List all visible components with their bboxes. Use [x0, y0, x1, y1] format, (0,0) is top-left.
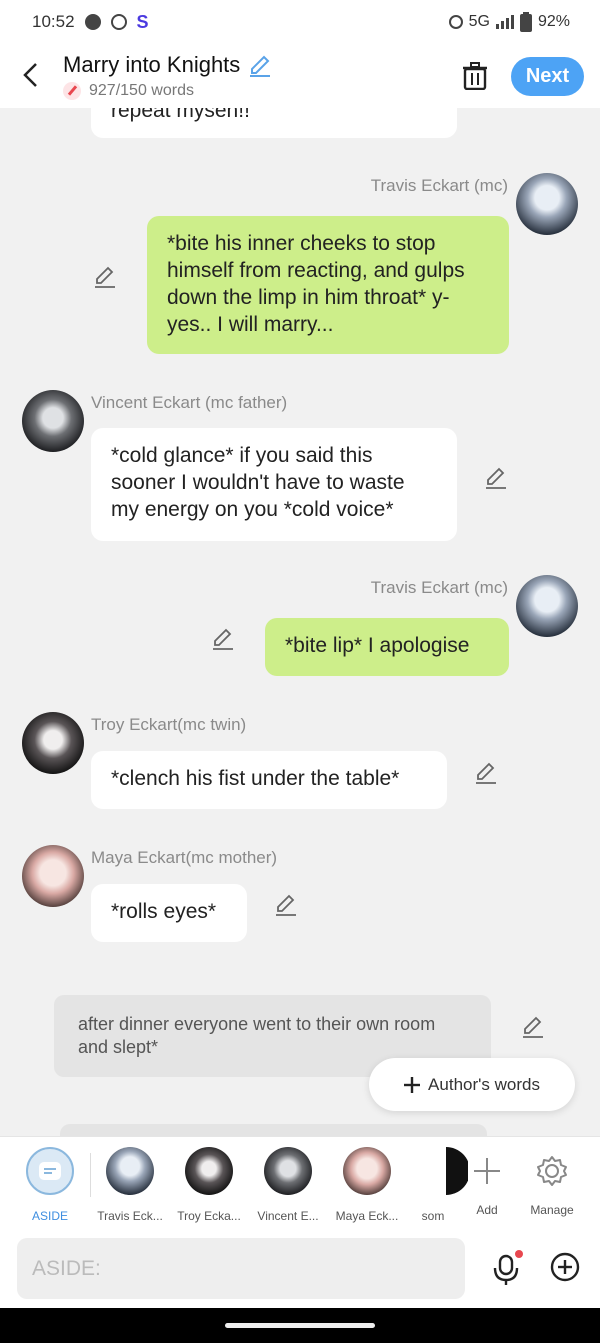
microphone-icon[interactable]	[491, 1250, 523, 1286]
avatar	[106, 1147, 154, 1195]
edit-message-icon[interactable]	[474, 761, 498, 785]
character-name: Travis Eckart (mc)	[370, 176, 508, 195]
back-button[interactable]	[20, 62, 44, 90]
character-name: Travis Eckart (mc)	[370, 578, 508, 597]
chevron-left-icon	[23, 63, 37, 87]
edit-title-icon[interactable]	[248, 53, 272, 77]
avatar[interactable]	[22, 712, 84, 774]
message-bubble[interactable]: *bite lip* I apologise	[265, 618, 509, 676]
edit-message-icon[interactable]	[211, 627, 235, 651]
edit-message-icon[interactable]	[93, 265, 117, 289]
avatar	[264, 1147, 312, 1195]
message-text: *bite lip* I apologise	[285, 634, 470, 657]
character-name: Vincent Eckart (mc father)	[91, 393, 288, 412]
aside-text: after dinner everyone went to their own …	[78, 1014, 436, 1057]
aside-bubble[interactable]	[60, 1124, 487, 1136]
signal-icon	[495, 15, 514, 29]
status-bar: 10:52 S 5G 92%	[0, 0, 600, 44]
manage-label: Manage	[530, 1203, 574, 1217]
word-count: 927/150 words	[89, 82, 194, 99]
trash-icon[interactable]	[462, 62, 488, 90]
character-name: Maya Eckart(mc mother)	[91, 848, 278, 867]
aside-avatar	[26, 1147, 74, 1195]
avatar[interactable]	[22, 845, 84, 907]
message-text: *bite his inner cheeks to stop himself f…	[167, 232, 465, 336]
avatar[interactable]	[516, 173, 578, 235]
message-text: *cold glance* if you said this sooner I …	[111, 444, 405, 521]
word-count-row: 927/150 words	[63, 82, 194, 100]
cast-label: Travis Eck...	[97, 1209, 163, 1223]
plus-icon	[404, 1076, 421, 1093]
avatar	[343, 1147, 391, 1195]
edit-message-icon[interactable]	[274, 893, 298, 917]
add-circle-icon[interactable]	[550, 1252, 580, 1282]
story-header: Marry into Knights 927/150 words Next	[0, 44, 600, 108]
network-label: 5G	[468, 13, 490, 30]
character-selector: ASIDE Travis Eck... Troy Ecka... Vincent…	[0, 1136, 600, 1228]
battery-icon	[519, 12, 532, 32]
cast-vincent[interactable]: Vincent E...	[253, 1147, 323, 1223]
edit-message-icon[interactable]	[484, 466, 508, 490]
battery-level: 92%	[537, 13, 570, 30]
message-bubble[interactable]: *rolls eyes*	[91, 884, 247, 942]
cast-aside[interactable]: ASIDE	[15, 1147, 85, 1223]
story-title-row[interactable]: Marry into Knights	[63, 52, 272, 78]
message-input[interactable]: ASIDE:	[17, 1238, 465, 1299]
cast-label: Troy Ecka...	[177, 1209, 241, 1223]
avatar[interactable]	[516, 575, 578, 637]
manage-button[interactable]: Manage	[517, 1147, 587, 1217]
chat-area[interactable]: repeat mysen!! Travis Eckart (mc) *bite …	[0, 108, 600, 1136]
cast-label: Vincent E...	[257, 1209, 319, 1223]
cast-maya[interactable]: Maya Eck...	[332, 1147, 402, 1223]
plus-icon	[474, 1158, 500, 1184]
cast-label: ASIDE	[31, 1209, 68, 1223]
whatsapp-icon	[110, 14, 127, 30]
divider	[90, 1153, 91, 1197]
avatar	[185, 1147, 233, 1195]
cast-label: Maya Eck...	[335, 1209, 399, 1223]
app-s-icon: S	[136, 11, 149, 32]
message-text: repeat mysen!!	[111, 108, 250, 122]
alarm-icon	[448, 15, 463, 29]
cast-travis[interactable]: Travis Eck...	[95, 1147, 165, 1223]
add-label: Add	[476, 1203, 498, 1217]
message-bubble[interactable]: *bite his inner cheeks to stop himself f…	[147, 216, 509, 354]
message-bubble[interactable]: *cold glance* if you said this sooner I …	[91, 428, 457, 541]
cast-troy[interactable]: Troy Ecka...	[174, 1147, 244, 1223]
story-title: Marry into Knights	[63, 52, 241, 77]
message-bubble[interactable]: repeat mysen!!	[91, 108, 457, 138]
message-bubble[interactable]: *clench his fist under the table*	[91, 751, 447, 809]
edit-message-icon[interactable]	[521, 1015, 545, 1039]
input-row: ASIDE:	[0, 1228, 600, 1308]
message-text: *rolls eyes*	[111, 900, 217, 923]
snapchat-icon	[84, 14, 101, 30]
message-text: *clench his fist under the table*	[111, 767, 400, 790]
home-indicator[interactable]	[225, 1323, 375, 1328]
system-nav-bar	[0, 1308, 600, 1343]
authors-words-label: Author's words	[428, 1074, 540, 1094]
gear-icon	[537, 1156, 567, 1186]
authors-words-button[interactable]: Author's words	[369, 1058, 575, 1111]
next-button[interactable]: Next	[511, 57, 584, 96]
character-name: Troy Eckart(mc twin)	[91, 715, 247, 734]
avatar[interactable]	[22, 390, 84, 452]
add-character-button[interactable]: Add	[452, 1147, 522, 1217]
pencil-icon	[63, 82, 81, 100]
time: 10:52	[32, 12, 75, 31]
message-icon	[39, 1162, 61, 1180]
